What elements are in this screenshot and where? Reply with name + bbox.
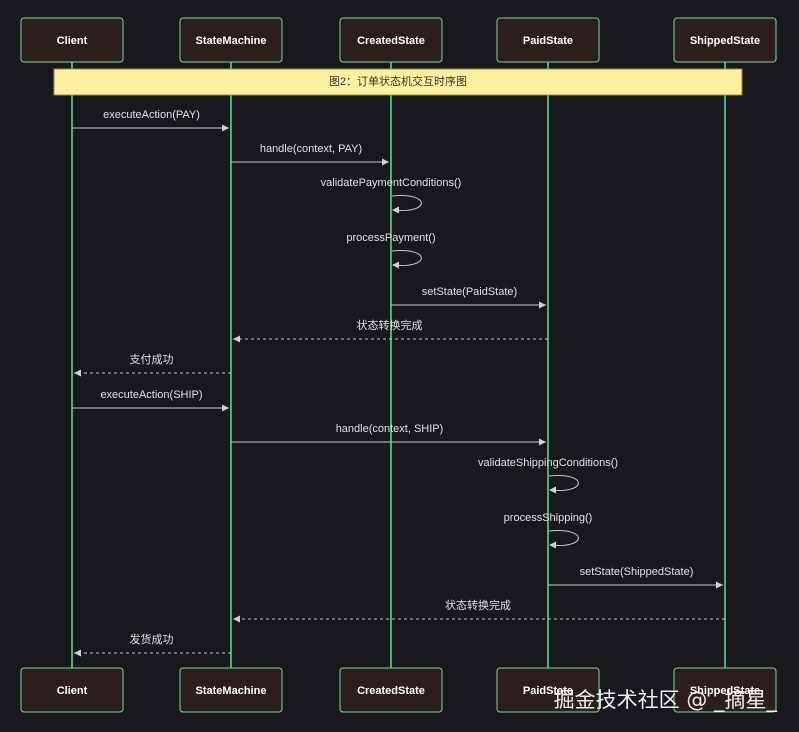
participant-bottom-created: CreatedState xyxy=(339,667,443,713)
message-6: 状态转换完成 xyxy=(233,318,548,343)
message-9: handle(context, SHIP) xyxy=(231,423,546,446)
arrowhead xyxy=(549,486,556,494)
note-text: 图2：订单状态机交互时序图 xyxy=(329,74,467,88)
arrowhead xyxy=(74,649,81,657)
participant-top-sm: StateMachine xyxy=(179,17,283,63)
participant-label: CreatedState xyxy=(357,685,425,697)
message-label: 发货成功 xyxy=(130,632,174,646)
message-label: handle(context, PAY) xyxy=(260,143,362,155)
message-14: 发货成功 xyxy=(74,632,231,657)
message-label: validatePaymentConditions() xyxy=(321,177,462,189)
message-label: validateShippingConditions() xyxy=(478,457,618,469)
message-7: 支付成功 xyxy=(74,353,231,377)
diagram-canvas: Client Client StateMachine StateMachine Crea… xyxy=(20,17,777,713)
participant-label: PaidState xyxy=(523,35,573,47)
participant-top-created: CreatedState xyxy=(339,17,443,63)
arrowhead xyxy=(539,438,546,446)
sequence-diagram: Client Client StateMachine StateMachine Crea… xyxy=(0,0,799,732)
message-label: executeAction(SHIP) xyxy=(100,389,202,401)
participant-label: Client xyxy=(57,685,88,697)
arrowhead xyxy=(539,301,546,309)
message-5: setState(PaidState) xyxy=(391,286,546,309)
arrowhead xyxy=(233,335,240,343)
participant-label: Client xyxy=(57,35,88,47)
message-12: setState(ShippedState) xyxy=(548,566,723,589)
message-label: 状态转换完成 xyxy=(445,598,511,612)
arrowhead xyxy=(716,581,723,589)
arrowhead xyxy=(233,615,240,623)
message-label: setState(ShippedState) xyxy=(580,566,694,578)
message-1: executeAction(PAY) xyxy=(72,109,229,132)
participant-top-client: Client xyxy=(20,17,124,63)
participant-label: StateMachine xyxy=(196,685,267,697)
message-label: processShipping() xyxy=(504,512,593,524)
message-label: executeAction(PAY) xyxy=(103,109,200,121)
arrowhead xyxy=(222,124,229,132)
arrowhead xyxy=(382,158,389,166)
arrowhead xyxy=(549,541,556,549)
message-label: handle(context, SHIP) xyxy=(336,423,444,435)
message-label: 支付成功 xyxy=(130,353,174,366)
message-13: 状态转换完成 xyxy=(233,598,725,623)
note: 图2：订单状态机交互时序图 xyxy=(53,68,743,96)
participant-label: CreatedState xyxy=(357,35,425,47)
arrowhead xyxy=(392,261,399,269)
participant-top-shipped: ShippedState xyxy=(673,17,777,63)
message-label: setState(PaidState) xyxy=(422,286,517,298)
arrowhead xyxy=(222,404,229,412)
participant-label: StateMachine xyxy=(196,35,267,47)
message-label: processPayment() xyxy=(346,232,435,244)
message-2: handle(context, PAY) xyxy=(231,143,389,166)
message-8: executeAction(SHIP) xyxy=(72,389,229,412)
participant-bottom-sm: StateMachine xyxy=(179,667,283,713)
participant-bottom-client: Client xyxy=(20,667,124,713)
watermark: 掘金技术社区 @ _摘星_ xyxy=(553,688,777,712)
arrowhead xyxy=(74,369,81,377)
arrowhead xyxy=(392,206,399,214)
message-label: 状态转换完成 xyxy=(357,318,423,332)
participant-top-paid: PaidState xyxy=(496,17,600,63)
participant-label: ShippedState xyxy=(690,35,760,47)
